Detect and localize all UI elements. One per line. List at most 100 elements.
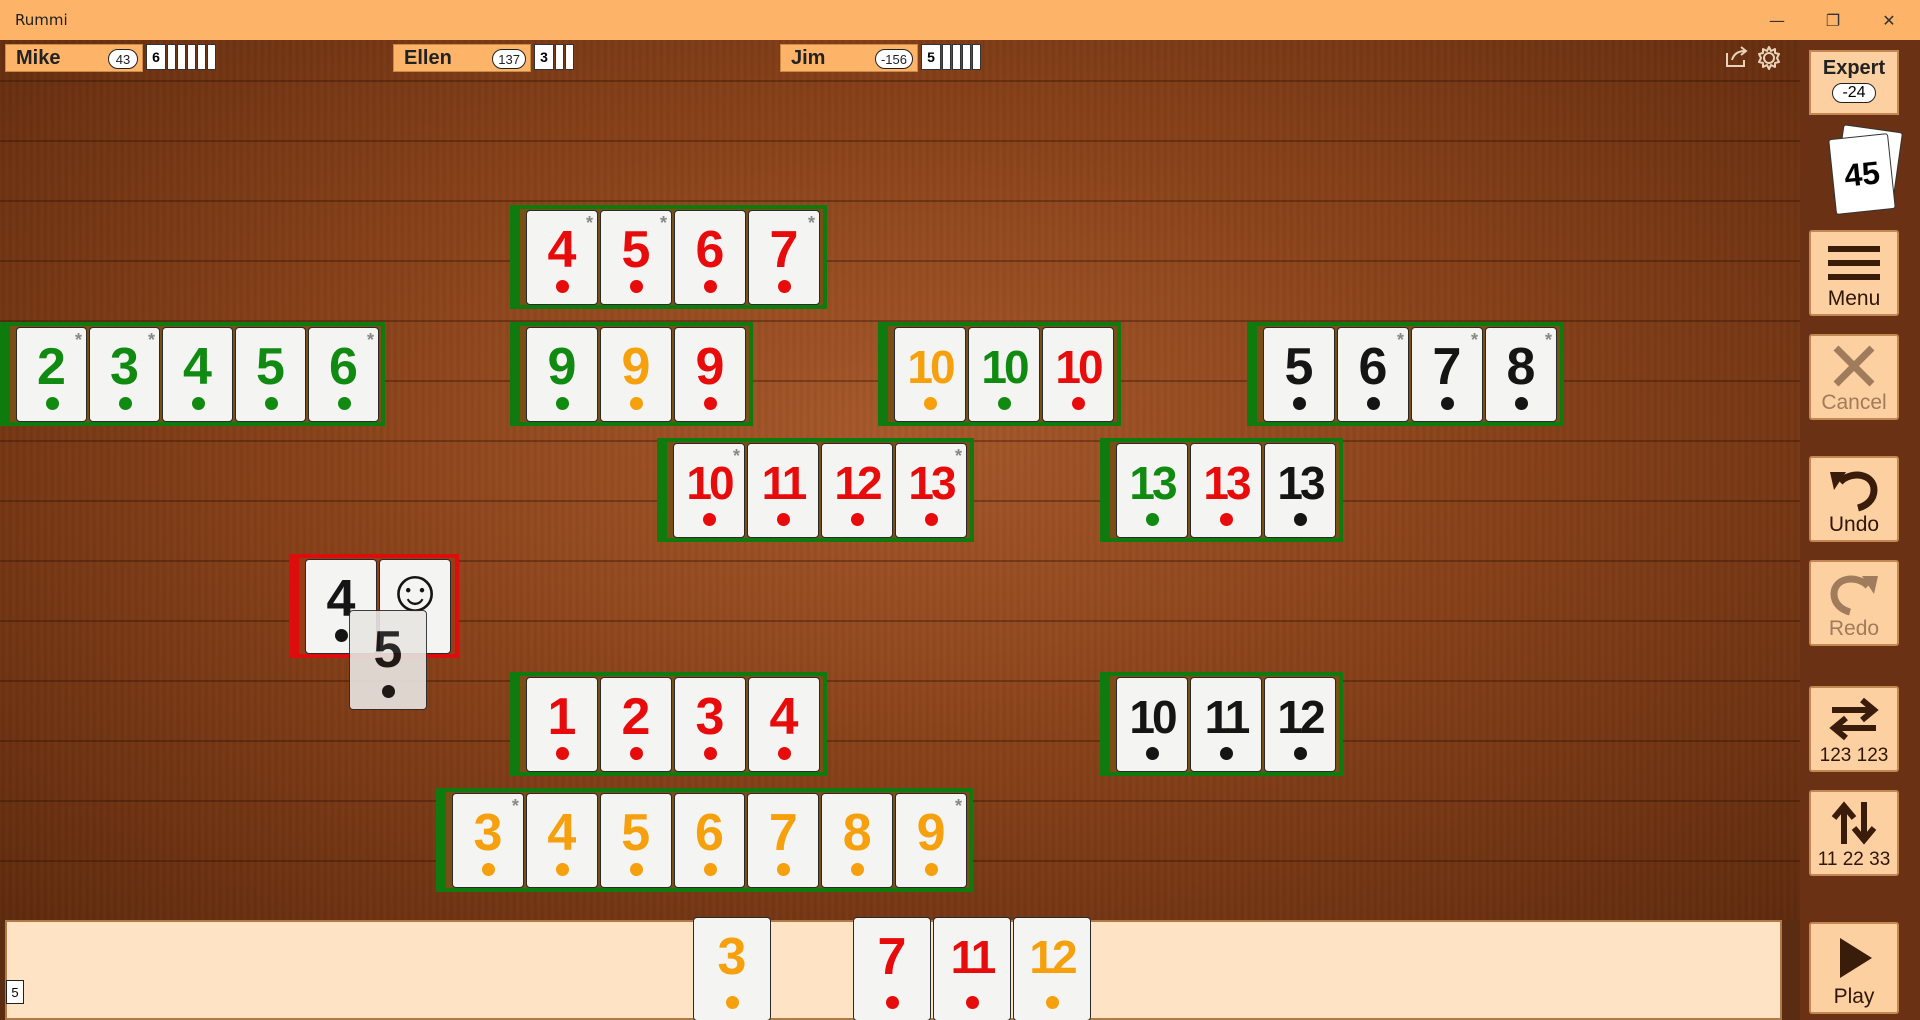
tile[interactable]: 9 [526,326,598,422]
share-icon[interactable] [1724,45,1750,69]
restore-button[interactable]: ❐ [1810,0,1856,40]
tile[interactable]: 13 * [895,442,967,538]
cancel-button[interactable]: Cancel [1809,334,1899,420]
tile[interactable]: 4 * [526,209,598,305]
dragged-tile[interactable]: 5 [349,610,429,710]
tile[interactable]: 2 [600,676,672,772]
tile[interactable]: 11 [1190,676,1262,772]
tile-number: 10 [907,340,955,393]
tile-number: 4 [547,803,577,862]
tile[interactable]: 6 [673,792,746,888]
asterisk-mark-icon: * [366,329,374,350]
tile[interactable]: 5 [599,792,672,888]
sort-by-color-button[interactable]: 123 123 [1809,686,1899,772]
tile[interactable]: 6 * [308,326,379,422]
undo-button[interactable]: Undo [1809,456,1899,542]
menu-button[interactable]: Menu [1809,230,1899,316]
tile[interactable]: 13 [1264,442,1336,538]
table-set[interactable]: 3 * 4 5 6 7 8 9 * [436,788,973,892]
tile[interactable]: 9 [600,326,672,422]
tile[interactable]: 5 [235,326,306,422]
tile[interactable]: 12 [1264,676,1336,772]
tile-pool[interactable]: 45 [1820,124,1903,215]
tile[interactable]: 13 [1116,442,1188,538]
tile[interactable]: 12 [1013,917,1091,1020]
tile[interactable]: 8 * [1485,326,1557,422]
table-set[interactable]: 999 [510,322,753,426]
asterisk-mark-icon: * [807,212,815,233]
tile[interactable]: 5 [1263,326,1335,422]
tile[interactable]: 12 [821,442,893,538]
swap-arrows-icon [1829,697,1879,741]
tile[interactable]: 4 [162,326,233,422]
table-set[interactable]: 10 * 11 12 13 * [657,438,974,542]
sort-by-number-button[interactable]: 11 22 33 [1809,790,1899,876]
tile-marker [942,44,951,70]
tile[interactable]: 10 * [673,442,745,538]
close-button[interactable]: ✕ [1866,0,1912,40]
tile[interactable]: 9 [674,326,746,422]
color-dot [703,512,716,526]
tile[interactable]: 1 [526,676,598,772]
tile[interactable]: 4 [525,792,598,888]
color-dot [191,396,205,410]
table-set[interactable]: 10 10 10 [878,322,1121,426]
redo-button[interactable]: Redo [1809,560,1899,646]
tile[interactable]: 13 [1190,442,1262,538]
asterisk-mark-icon: * [585,212,593,233]
color-dot [925,862,939,876]
tile[interactable]: 10 [1042,326,1114,422]
color-dot [1294,746,1307,760]
difficulty-label: Expert [1822,57,1886,79]
tile[interactable]: 9 * [895,792,968,888]
table-set[interactable]: 4 * 5 * 6 7 * [510,205,827,309]
player-tile-count: 3 [534,44,574,72]
color-dot [1146,512,1159,526]
tile[interactable]: 10 [894,326,966,422]
color-dot [630,279,643,293]
tile[interactable]: 7 [853,917,931,1020]
difficulty-badge[interactable]: Expert -24 [1809,50,1899,115]
tile-marker [565,44,574,70]
tile[interactable]: 3 * [452,792,524,888]
tile-number: 12 [834,456,882,509]
color-dot [118,396,132,410]
title-bar: Rummi — ❐ ✕ [0,0,1920,40]
tile[interactable]: 10 [968,326,1040,422]
color-dot [382,685,395,698]
tile[interactable]: 7 [747,792,820,888]
tile[interactable]: 7 * [748,209,820,305]
color-dot [1515,396,1528,410]
table-set[interactable]: 1234 [510,672,827,776]
table-set[interactable]: 2 * 3 * 4 5 6 * [0,322,385,426]
tile[interactable]: 11 [747,442,819,538]
tile-count-value: 3 [534,44,554,70]
tile[interactable]: 3 * [89,326,160,422]
color-dot [924,396,937,410]
tile[interactable]: 2 * [16,326,87,422]
tile[interactable]: 4 [748,676,820,772]
tile[interactable]: 11 [933,917,1011,1020]
settings-gear-icon[interactable] [1756,45,1782,71]
tile[interactable]: 5 [349,610,427,710]
tile[interactable]: 6 * [1337,326,1409,422]
table-set[interactable]: 5 6 * 7 * 8 * [1247,322,1564,426]
color-dot [556,396,569,410]
table-set[interactable]: 13 13 13 [1100,438,1343,542]
table-set[interactable]: 10 11 12 [1100,672,1343,776]
player-name-plate: Jim -156 [780,44,918,72]
tile[interactable]: 7 * [1411,326,1483,422]
tile[interactable]: 8 [821,792,894,888]
minimize-button[interactable]: — [1754,0,1800,40]
tile-count-value: 5 [921,44,941,70]
tile[interactable]: 3 [693,917,771,1020]
asterisk-mark-icon: * [1470,329,1478,350]
tile[interactable]: 5 * [600,209,672,305]
play-button[interactable]: Play [1809,922,1899,1014]
color-dot [777,512,790,526]
tile[interactable]: 10 [1116,676,1188,772]
tile[interactable]: 6 [674,209,746,305]
tile[interactable]: 3 [674,676,746,772]
undo-icon [1830,471,1878,512]
player-ellen: Ellen 137 3 [393,44,574,72]
